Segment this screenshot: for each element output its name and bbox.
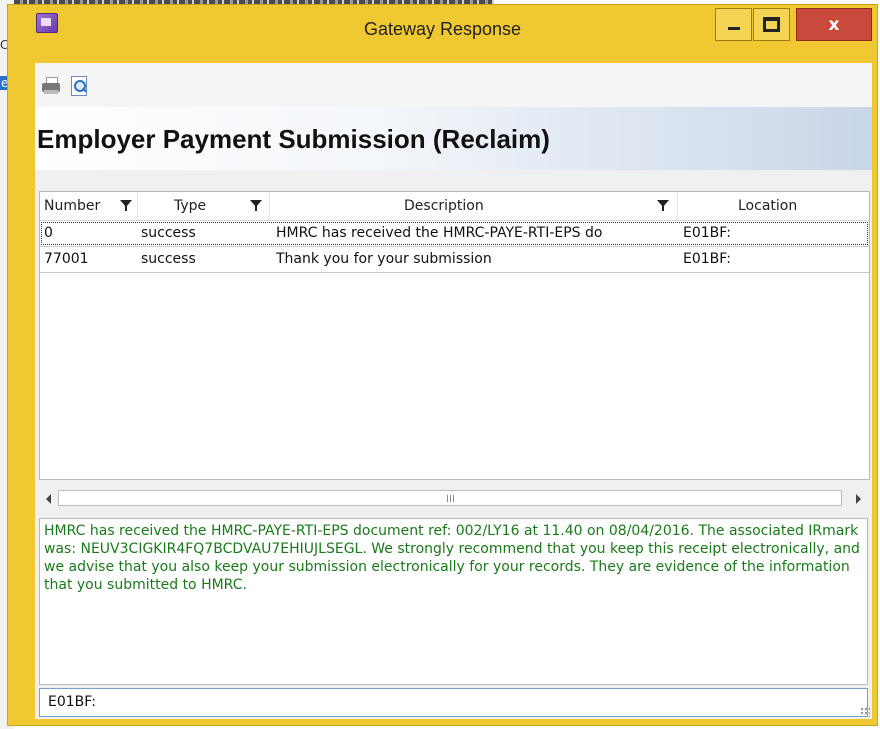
page-title: Employer Payment Submission (Reclaim) (37, 124, 550, 154)
print-preview-icon[interactable] (68, 75, 92, 97)
cell-location: E01BF: (683, 251, 731, 267)
location-status-field[interactable]: E01BF: (39, 688, 868, 717)
cell-description: Thank you for your submission (276, 251, 492, 267)
scroll-right-button[interactable] (849, 489, 868, 508)
column-label: Location (738, 198, 798, 214)
grid-header: Number Type Description Location (40, 192, 869, 221)
column-label: Number (44, 198, 101, 214)
toolbar (35, 63, 872, 107)
close-icon: x (828, 14, 840, 35)
arrow-left-icon (46, 493, 51, 504)
maximize-button[interactable] (753, 8, 790, 41)
row-divider (40, 272, 869, 273)
column-label: Description (404, 198, 484, 214)
maximize-icon (763, 17, 780, 32)
grip-icon (446, 494, 454, 502)
column-header-type[interactable]: Type (138, 192, 270, 220)
close-button[interactable]: x (796, 8, 872, 41)
cell-type: success (141, 251, 196, 267)
window-client-area: Employer Payment Submission (Reclaim) Nu… (35, 63, 872, 719)
column-header-description[interactable]: Description (270, 192, 678, 220)
scroll-left-button[interactable] (39, 489, 58, 508)
resize-grip-icon[interactable] (860, 707, 870, 717)
arrow-right-icon (856, 493, 861, 504)
minimize-button[interactable] (715, 8, 752, 41)
cell-description: HMRC has received the HMRC-PAYE-RTI-EPS … (276, 225, 603, 241)
message-text-area[interactable]: HMRC has received the HMRC-PAYE-RTI-EPS … (39, 518, 868, 685)
column-label: Type (174, 198, 207, 214)
table-row[interactable]: 0 success HMRC has received the HMRC-PAY… (40, 221, 869, 246)
minimize-icon (727, 27, 740, 30)
cell-location: E01BF: (683, 225, 731, 241)
cell-number: 77001 (44, 251, 89, 267)
column-header-location[interactable]: Location (678, 192, 869, 220)
scrollbar-thumb[interactable] (58, 490, 842, 506)
printer-icon[interactable] (40, 75, 64, 97)
title-bar[interactable]: Gateway Response x (8, 5, 877, 63)
horizontal-scrollbar[interactable] (39, 489, 868, 508)
filter-icon[interactable] (120, 200, 132, 211)
response-grid[interactable]: Number Type Description Location 0 succe… (39, 191, 870, 480)
cell-type: success (141, 225, 196, 241)
gateway-response-window: Gateway Response x Employer Payment Subm… (7, 4, 878, 726)
cell-number: 0 (44, 225, 53, 241)
table-row[interactable]: 77001 success Thank you for your submiss… (40, 247, 869, 272)
filter-icon[interactable] (657, 200, 669, 211)
header-band: Employer Payment Submission (Reclaim) (35, 107, 872, 170)
filter-icon[interactable] (250, 200, 262, 211)
column-header-number[interactable]: Number (40, 192, 138, 220)
